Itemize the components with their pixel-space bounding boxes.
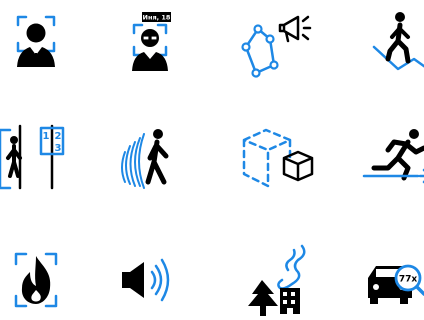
abandoned-object-detection-icon (236, 118, 316, 198)
audio-speaker-icon (110, 240, 190, 320)
fire-detection-icon (0, 240, 76, 320)
queue-number-1: 1 (43, 131, 50, 142)
vehicle-zoom-text: 77x (399, 275, 418, 285)
icon-grid: Иня, 18 2 3 1 77x (0, 0, 424, 316)
queue-numbering-icon: 2 3 1 (0, 118, 76, 198)
face-recognition-icon (0, 3, 76, 83)
vehicle-zoom-icon: 77x (358, 240, 424, 320)
queue-number-2: 2 (55, 131, 62, 142)
running-person-detection-icon (358, 118, 424, 198)
smoke-detection-icon (236, 240, 316, 320)
face-id-name-icon: Иня, 18 (110, 3, 190, 83)
face-id-badge-text: Иня, 18 (143, 14, 171, 22)
queue-number-3: 3 (55, 143, 62, 154)
motion-detection-icon (110, 118, 190, 198)
person-walking-up-stairs-icon (358, 3, 424, 83)
map-route-announcement-icon (236, 3, 316, 83)
